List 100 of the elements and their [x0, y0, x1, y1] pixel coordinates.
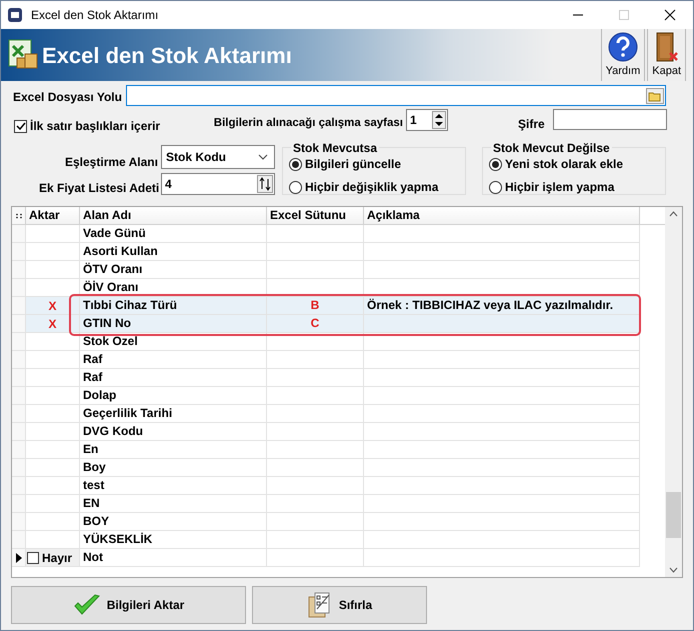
table-row[interactable]: YÜKSEKLİK	[12, 531, 665, 549]
current-row-icon	[16, 552, 22, 562]
match-field-label: Eşleştirme Alanı	[65, 154, 158, 171]
table-row[interactable]: En	[12, 441, 665, 459]
table-cell: BOY	[80, 513, 267, 531]
table-cell: EN	[80, 495, 267, 513]
table-cell: B	[267, 297, 364, 315]
table-row[interactable]: Hayır Not	[12, 549, 665, 567]
table-row[interactable]: Raf	[12, 351, 665, 369]
help-icon	[606, 30, 639, 63]
header-row-label: İlk satır başlıkları içerir	[30, 118, 160, 135]
table-cell: ÖTV Oranı	[80, 261, 267, 279]
table-cell: Asorti Kullan	[80, 243, 267, 261]
sheet-spinner[interactable]: 1	[406, 109, 448, 131]
table-cell: Raf	[80, 351, 267, 369]
table-row[interactable]: DVG Kodu	[12, 423, 665, 441]
table-cell: En	[80, 441, 267, 459]
spin-arrows-icon[interactable]	[257, 175, 273, 193]
table-cell: Geçerlilik Tarihi	[80, 405, 267, 423]
match-field-dropdown[interactable]: Stok Kodu	[161, 145, 275, 169]
file-path-label: Excel Dosyası Yolu	[13, 89, 122, 106]
table-cell: YÜKSEKLİK	[80, 531, 267, 549]
checkbox-label: Hayır	[42, 550, 72, 566]
table-row[interactable]: Asorti Kullan	[12, 243, 665, 261]
price-lists-spinner[interactable]: 4	[161, 173, 275, 195]
scrollbar[interactable]	[665, 207, 682, 577]
header-title: Excel den Stok Aktarımı	[42, 42, 292, 70]
column-header[interactable]: Alan Adı	[80, 207, 267, 224]
table-cell: Stok Özel	[80, 333, 267, 351]
table-cell: X	[26, 297, 80, 315]
table-row[interactable]: Dolap	[12, 387, 665, 405]
table-cell	[26, 351, 80, 369]
price-lists-label: Ek Fiyat Listesi Adeti	[39, 180, 160, 197]
scroll-down-icon[interactable]	[669, 567, 678, 573]
sheet-label: Bilgilerin alınacağı çalışma sayfası	[214, 116, 403, 131]
grip-icon	[16, 212, 22, 218]
transfer-button[interactable]: Bilgileri Aktar	[11, 586, 246, 624]
column-header[interactable]: Excel Sütunu	[267, 207, 364, 224]
table-row[interactable]: X GTIN No C	[12, 315, 665, 333]
option-label: Hiçbir değişiklik yapma	[305, 179, 438, 196]
close-button[interactable]: Kapat	[647, 29, 686, 81]
table-row[interactable]: Raf	[12, 369, 665, 387]
table-cell: Vade Günü	[80, 225, 267, 243]
checkbox[interactable]	[27, 552, 39, 564]
table-row[interactable]: Stok Özel	[12, 333, 665, 351]
checkmark-icon	[72, 593, 101, 617]
table-cell: DVG Kodu	[80, 423, 267, 441]
table-row[interactable]: BOY	[12, 513, 665, 531]
radio-button[interactable]	[289, 158, 302, 170]
app-icon	[7, 7, 23, 23]
table-cell	[26, 477, 80, 495]
checkmark-icon	[16, 121, 26, 131]
file-path-field[interactable]	[126, 85, 666, 106]
row-header[interactable]	[12, 549, 26, 567]
table-cell	[26, 387, 80, 405]
password-label: Şifre	[518, 116, 545, 133]
table-row[interactable]: EN	[12, 495, 665, 513]
table-cell: Not	[80, 549, 267, 567]
table-cell: Dolap	[80, 387, 267, 405]
option-label: Hiçbir işlem yapma	[505, 179, 614, 196]
table-cell	[26, 405, 80, 423]
table-cell	[26, 423, 80, 441]
option-label: Yeni stok olarak ekle	[505, 156, 624, 173]
table-cell	[26, 495, 80, 513]
radio-button[interactable]	[289, 180, 302, 194]
spin-arrows-icon[interactable]	[432, 111, 446, 129]
table-cell	[26, 459, 80, 477]
table-row[interactable]: X Tıbbi Cihaz Türü B Örnek : TIBBICIHAZ veya ILAC yazılmalıdır.	[12, 297, 665, 315]
table-row[interactable]: Boy	[12, 459, 665, 477]
radio-button[interactable]	[489, 158, 502, 170]
table-cell: X	[26, 315, 80, 333]
window-title: Excel den Stok Aktarımı	[31, 7, 158, 24]
table-cell	[26, 261, 80, 279]
table-cell: Boy	[80, 459, 267, 477]
column-header[interactable]: Açıklama	[364, 207, 640, 224]
radio-button[interactable]	[489, 180, 502, 194]
option-label: Bilgileri güncelle	[305, 156, 402, 173]
table-cell: Tıbbi Cihaz Türü	[80, 297, 267, 315]
checkbox[interactable]	[14, 120, 27, 132]
table-cell	[26, 243, 80, 261]
scroll-up-icon[interactable]	[669, 211, 678, 217]
chevron-down-icon	[258, 154, 268, 160]
table-cell: test	[80, 477, 267, 495]
table-cell: Örnek : TIBBICIHAZ veya ILAC yazılmalıdır.	[364, 297, 640, 315]
password-field[interactable]	[553, 109, 667, 130]
table-cell	[26, 369, 80, 387]
table-row[interactable]: ÖTV Oranı	[12, 261, 665, 279]
table-cell	[26, 441, 80, 459]
folder-icon[interactable]	[646, 88, 664, 104]
reset-button[interactable]: Sıfırla	[252, 586, 427, 624]
table-row[interactable]: Geçerlilik Tarihi	[12, 405, 665, 423]
scrollbar-thumb[interactable]	[666, 492, 681, 538]
table-row[interactable]: Vade Günü	[12, 225, 665, 243]
help-button[interactable]: Yardım	[600, 29, 646, 81]
table-cell	[26, 333, 80, 351]
table-cell	[26, 225, 80, 243]
table-cell: C	[267, 315, 364, 333]
table-cell	[26, 513, 80, 531]
table-row[interactable]: test	[12, 477, 665, 495]
column-header[interactable]: Aktar	[26, 207, 80, 224]
